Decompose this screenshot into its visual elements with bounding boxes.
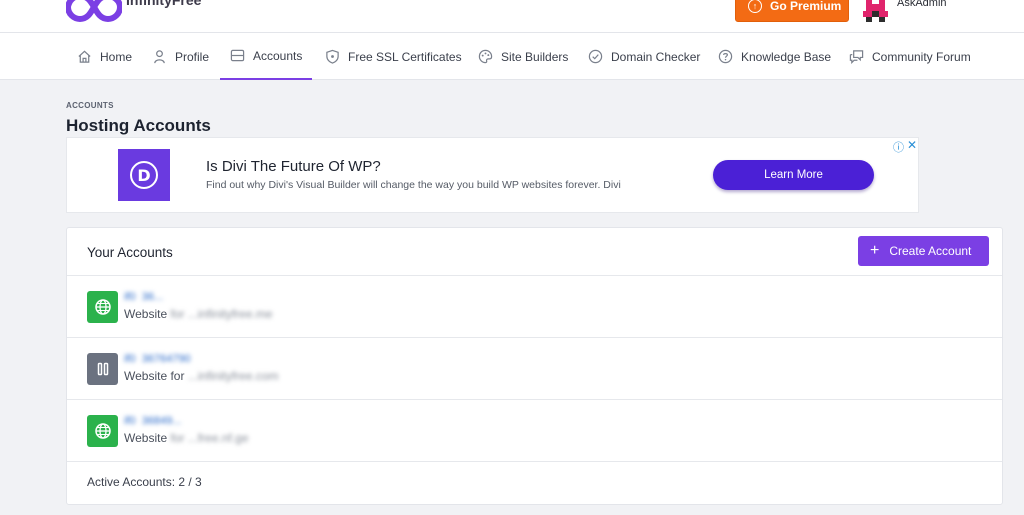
ad-info-icon[interactable]: ⓘ [893,139,904,155]
account-username-link[interactable]: if0_36764790 [124,353,191,363]
top-header: InfinityFree ↑ Go Premium AskAdmin [0,0,1024,32]
nav-item-label: Accounts [253,48,303,63]
account-description-prefix: Website [124,431,171,445]
ad-description: Find out why Divi's Visual Builder will … [206,179,621,191]
arrow-up-circle-icon: ↑ [748,0,762,13]
infinity-logo-icon [66,0,122,22]
globe-icon [87,415,118,447]
shield-icon [325,49,340,64]
go-premium-label: Go Premium [770,0,842,13]
account-username-link[interactable]: if0_36849... [124,415,182,425]
account-row[interactable]: if0_36764790 Website for ...infinityfree… [67,338,1002,400]
active-accounts-count: Active Accounts: 2 / 3 [87,475,202,489]
brand-name: InfinityFree [126,0,202,8]
create-account-label: Create Account [889,244,972,258]
account-description: Website for ...infinityfree.me [124,307,273,321]
server-icon [230,48,245,63]
nav-item-label: Domain Checker [611,49,701,64]
nav-item-label: Knowledge Base [741,49,832,64]
ad-learn-more-button[interactable]: Learn More [713,160,874,190]
chat-icon [849,49,864,64]
divi-logo[interactable]: D [118,149,170,201]
main-nav: Home Profile Accounts Free SSL Certifica… [0,32,1024,80]
account-username-link[interactable]: if0_36... [124,291,163,301]
nav-item-home[interactable]: Home [77,33,132,80]
home-icon [77,49,92,64]
user-icon [152,49,167,64]
account-description: Website for ...infinityfree.com [124,369,279,383]
ad-headline[interactable]: Is Divi The Future Of WP? [206,158,381,175]
breadcrumb: ACCOUNTS [66,101,114,110]
question-circle-icon [718,49,733,64]
nav-item-label: Home [100,49,133,64]
accounts-card-title: Your Accounts [87,245,173,260]
nav-item-label: Free SSL Certificates [348,49,462,64]
nav-item-label: Profile [175,49,210,64]
page-title: Hosting Accounts [66,116,211,135]
palette-icon [478,49,493,64]
accounts-card: Your Accounts + Create Account if0_36...… [66,227,1003,505]
ad-banner[interactable]: D Is Divi The Future Of WP? Find out why… [66,137,919,213]
nav-item-site-builders[interactable]: Site Builders [478,33,568,80]
username[interactable]: AskAdmin [897,0,947,9]
check-circle-icon [588,49,603,64]
nav-item-free-ssl[interactable]: Free SSL Certificates [325,33,462,80]
nav-item-knowledge-base[interactable]: Knowledge Base [718,33,831,80]
plus-icon: + [870,242,880,259]
nav-item-accounts[interactable]: Accounts [220,33,313,80]
logo[interactable]: InfinityFree [66,0,201,22]
account-description-prefix: Website for [124,369,188,383]
account-description-prefix: Website [124,307,171,321]
account-row[interactable]: if0_36... Website for ...infinityfree.me [67,276,1002,338]
account-domain-redacted: for ...free.nf.ge [170,431,249,445]
nav-item-profile[interactable]: Profile [152,33,209,80]
pause-icon [87,353,118,385]
account-description: Website for ...free.nf.ge [124,431,249,445]
account-domain-redacted: for ...infinityfree.me [170,307,273,321]
globe-icon [87,291,118,323]
ad-close-icon[interactable]: ✕ [907,138,917,152]
avatar[interactable] [862,0,889,22]
create-account-button[interactable]: + Create Account [858,236,989,266]
account-row[interactable]: if0_36849... Website for ...free.nf.ge [67,400,1002,462]
nav-item-domain-checker[interactable]: Domain Checker [588,33,700,80]
avatar-identicon [862,0,889,22]
nav-item-community-forum[interactable]: Community Forum [849,33,971,80]
nav-item-label: Community Forum [872,49,971,64]
go-premium-button[interactable]: ↑ Go Premium [735,0,849,22]
nav-item-label: Site Builders [501,49,569,64]
divi-logo-letter: D [130,161,158,189]
account-domain-redacted: ...infinityfree.com [187,369,279,383]
